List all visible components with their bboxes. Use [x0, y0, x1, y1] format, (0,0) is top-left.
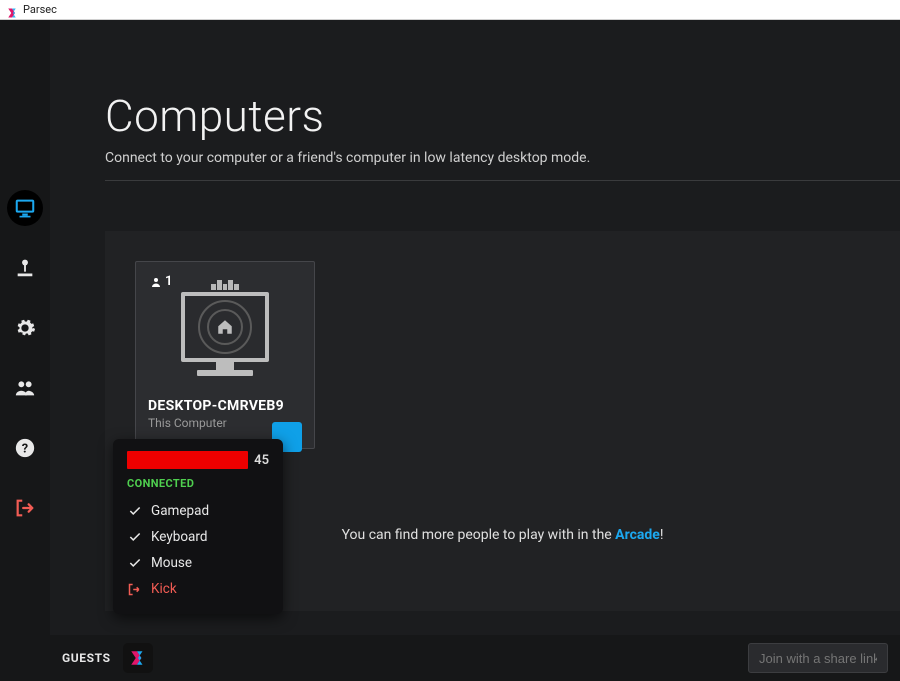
computers-panel: 1 [105, 231, 900, 611]
exit-icon [127, 582, 142, 597]
parsec-logo-icon [129, 649, 147, 667]
gear-icon [14, 317, 36, 339]
kick-label: Kick [151, 581, 177, 597]
question-icon: ? [14, 437, 36, 459]
window-titlebar: Parsec [0, 0, 900, 20]
sidebar-item-help[interactable]: ? [7, 430, 43, 466]
arcade-hint-suffix: ! [660, 527, 664, 543]
main-content: Computers Connect to your computer or a … [50, 20, 900, 681]
page-subtitle: Connect to your computer or a friend's c… [105, 150, 900, 166]
connection-status: CONNECTED [127, 477, 269, 490]
svg-text:?: ? [22, 442, 28, 457]
guest-count: 1 [165, 274, 172, 289]
computer-name: DESKTOP-CMRVEB9 [148, 398, 302, 414]
arcade-hint-prefix: You can find more people to play with in… [342, 527, 616, 543]
window-title: Parsec [23, 3, 57, 16]
sidebar: ? [0, 20, 50, 681]
sidebar-item-computers[interactable] [7, 190, 43, 226]
check-icon [127, 530, 142, 545]
permission-keyboard[interactable]: Keyboard [127, 524, 269, 550]
guest-popup: 45 CONNECTED Gamepad Keyboard Mouse [113, 439, 283, 614]
joystick-icon [14, 257, 36, 279]
users-icon [14, 377, 36, 399]
guest-username-redacted [127, 451, 248, 469]
crown-icon [211, 280, 239, 290]
header-divider [105, 180, 900, 181]
monitor-icon [14, 197, 36, 219]
user-icon [150, 276, 162, 288]
exit-icon [14, 497, 36, 519]
guests-label: GUESTS [62, 651, 111, 665]
guest-id-suffix: 45 [254, 453, 269, 468]
computer-thumbnail [148, 280, 302, 376]
permission-label: Keyboard [151, 529, 207, 545]
sidebar-item-logout[interactable] [7, 490, 43, 526]
page-title: Computers [105, 90, 900, 142]
permission-gamepad[interactable]: Gamepad [127, 498, 269, 524]
kick-button[interactable]: Kick [127, 576, 269, 602]
join-link-input[interactable] [748, 643, 888, 673]
check-icon [127, 504, 142, 519]
guest-avatar[interactable] [123, 643, 153, 673]
permission-label: Mouse [151, 555, 192, 571]
sidebar-item-arcade[interactable] [7, 250, 43, 286]
check-icon [127, 556, 142, 571]
permission-mouse[interactable]: Mouse [127, 550, 269, 576]
parsec-logo-small [6, 4, 18, 16]
bottom-bar: GUESTS [50, 635, 900, 681]
permission-label: Gamepad [151, 503, 209, 519]
sidebar-item-settings[interactable] [7, 310, 43, 346]
computer-card[interactable]: 1 [135, 261, 315, 449]
arcade-link[interactable]: Arcade [615, 527, 660, 543]
sidebar-item-friends[interactable] [7, 370, 43, 406]
guest-count-badge: 1 [150, 274, 172, 289]
